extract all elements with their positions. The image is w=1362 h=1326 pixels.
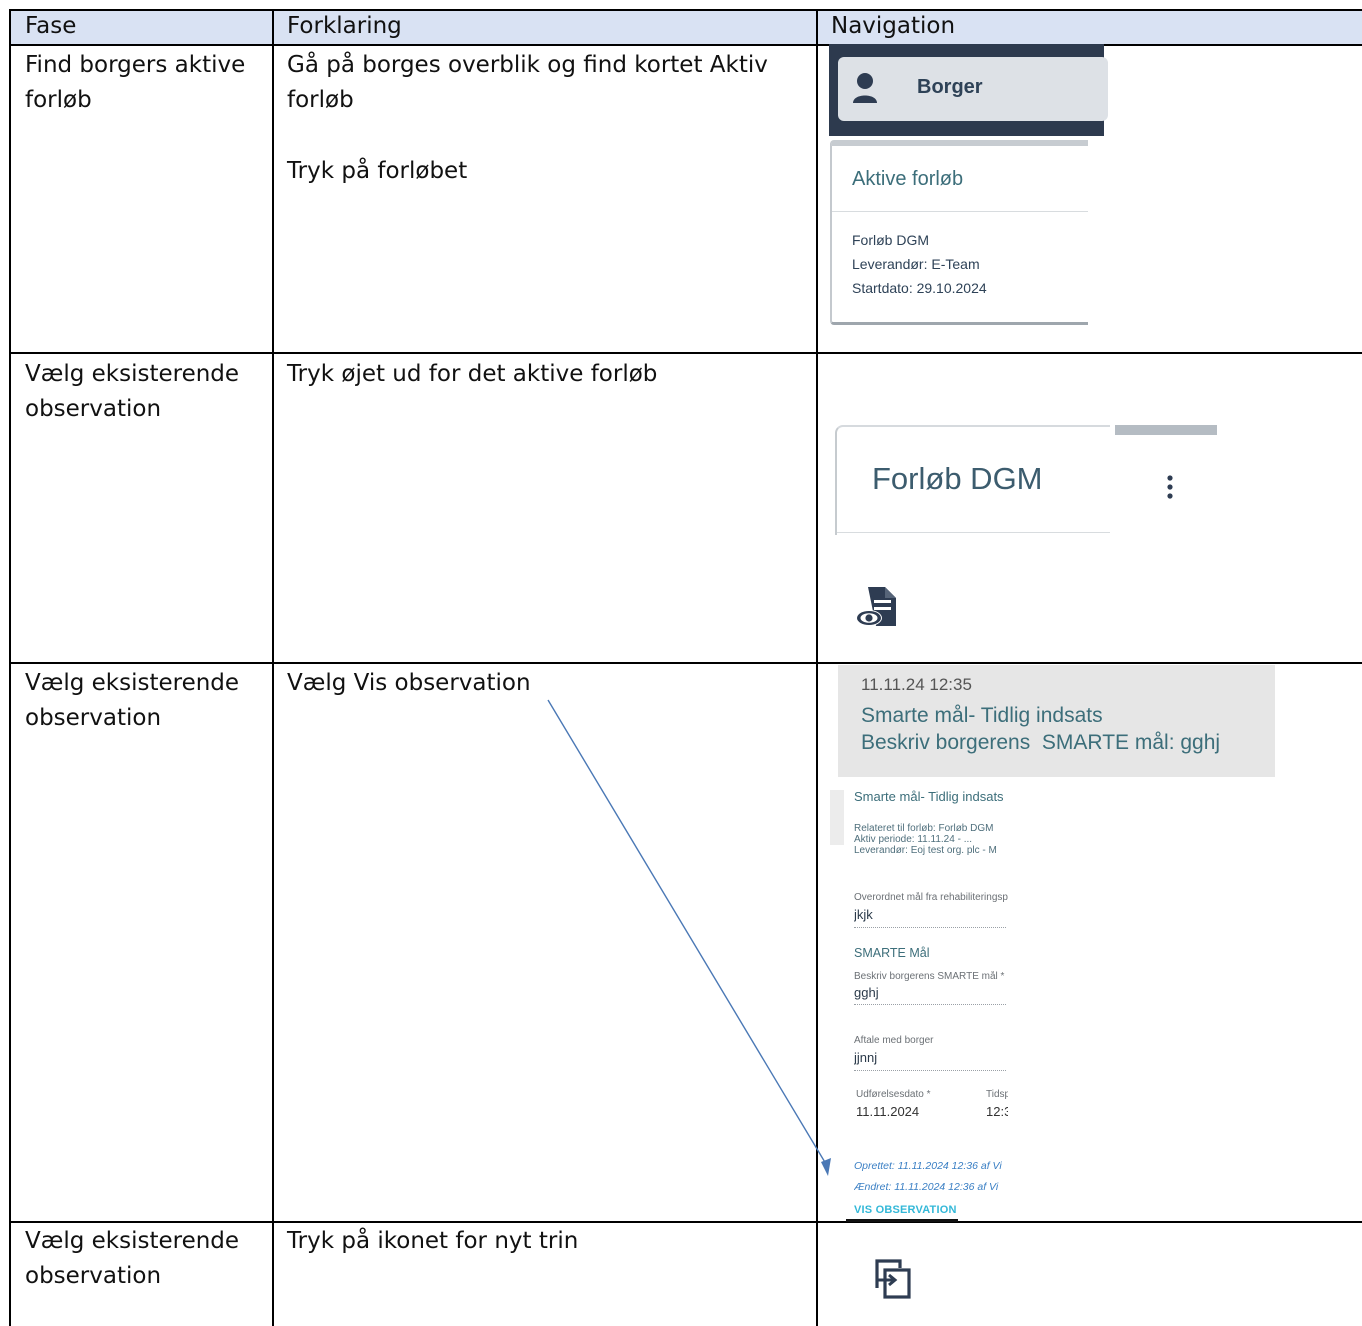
- observation-list-item[interactable]: 11.11.24 12:35 Smarte mål- Tidlig indsat…: [838, 665, 1275, 777]
- row4-forklaring: Tryk på ikonet for nyt trin: [287, 1228, 579, 1254]
- overordnet-label: Overordnet mål fra rehabiliteringsplan: [854, 892, 1008, 903]
- new-step-icon[interactable]: [874, 1258, 914, 1305]
- field-underline: [854, 927, 1006, 928]
- row1-forklaring-line2: forløb: [287, 87, 354, 113]
- beskriv-value[interactable]: gghj: [854, 985, 1008, 1000]
- header-fase: Fase: [25, 13, 77, 39]
- row3-fase-line2: observation: [25, 705, 162, 731]
- grid-line: [10, 662, 1362, 664]
- card-tab: [1115, 425, 1217, 435]
- row2-forklaring: Tryk øjet ud for det aktive forløb: [287, 361, 658, 387]
- grid-line: [10, 352, 1362, 354]
- row4-fase-line2: observation: [25, 1263, 162, 1289]
- row3-forklaring: Vælg Vis observation: [287, 670, 531, 696]
- aftale-value[interactable]: jjnnj: [854, 1050, 1008, 1065]
- divider: [837, 532, 1110, 533]
- vis-observation-button[interactable]: VIS OBSERVATION: [854, 1204, 957, 1216]
- grid-line: [10, 9, 1362, 11]
- aktive-forloeb-card[interactable]: Aktive forløb Forløb DGM Leverandør: E-T…: [830, 140, 1088, 325]
- aendret-info: Ændret: 11.11.2024 12:36 af Vi: [854, 1181, 999, 1193]
- panel-shadow: [830, 790, 844, 845]
- meta-periode: Aktiv periode: 11.11.24 - ...: [854, 834, 973, 845]
- header-navigation: Navigation: [831, 13, 956, 39]
- more-vert-icon[interactable]: [1162, 472, 1178, 509]
- grid-line: [9, 9, 11, 1326]
- table-header-row: [10, 10, 1362, 44]
- forloeb-dgm-card[interactable]: Forløb DGM: [835, 425, 1110, 535]
- oprettet-info: Oprettet: 11.11.2024 12:36 af Vi: [854, 1160, 1002, 1172]
- udfoerelsesdato-value[interactable]: 11.11.2024: [856, 1104, 956, 1119]
- borger-label: Borger: [917, 76, 983, 98]
- view-document-icon[interactable]: [854, 584, 900, 635]
- row1-forklaring-line1: Gå på borges overblik og find kortet Akt…: [287, 52, 768, 78]
- tidspunkt-value[interactable]: 12:35: [986, 1104, 1008, 1119]
- observation-detail-panel: Smarte mål- Tidlig indsats Relateret til…: [830, 780, 1008, 1220]
- row2-fase-line1: Vælg eksisterende: [25, 361, 240, 387]
- row1-forklaring-line3: Tryk på forløbet: [287, 158, 468, 184]
- user-icon: [850, 71, 880, 110]
- forloeb-name[interactable]: Forløb DGM: [852, 228, 929, 252]
- row3-fase-line1: Vælg eksisterende: [25, 670, 240, 696]
- forloeb-leverandoer: Leverandør: E-Team: [852, 256, 980, 272]
- forloeb-startdato: Startdato: 29.10.2024: [852, 280, 987, 296]
- meta-leverandoer: Leverandør: Eoj test org. plc - M: [854, 845, 997, 856]
- aktive-forloeb-title: Aktive forløb: [852, 168, 964, 190]
- forloeb-dgm-title: Forløb DGM: [872, 461, 1043, 496]
- observation-timestamp: 11.11.24 12:35: [861, 675, 972, 694]
- smarte-heading: SMARTE Mål: [854, 946, 930, 960]
- field-underline: [854, 1004, 1006, 1005]
- tidspunkt-label: Tidspunkt: [986, 1089, 1008, 1100]
- panel-title: Smarte mål- Tidlig indsats: [854, 789, 1004, 804]
- grid-line: [816, 9, 818, 1326]
- observation-title: Smarte mål- Tidlig indsats: [861, 704, 1103, 727]
- grid-line: [272, 9, 274, 1326]
- row2-fase-line2: observation: [25, 396, 162, 422]
- row4-fase-line1: Vælg eksisterende: [25, 1228, 240, 1254]
- udfoerelsesdato-label: Udførelsesdato *: [856, 1089, 931, 1100]
- instruction-table: Fase Forklaring Navigation Find borgers …: [0, 0, 1362, 1326]
- row1-fase-line1: Find borgers aktive: [25, 52, 246, 78]
- grid-line: [10, 44, 1362, 46]
- aftale-label: Aftale med borger: [854, 1035, 934, 1046]
- field-underline: [854, 1070, 1006, 1071]
- button-underline: [846, 1219, 958, 1222]
- beskriv-label: Beskriv borgerens SMARTE mål *: [854, 971, 1005, 982]
- grid-line: [10, 1221, 1362, 1223]
- overordnet-value[interactable]: jkjk: [854, 907, 1008, 922]
- observation-summary: Beskriv borgerens SMARTE mål: gghj: [861, 731, 1221, 754]
- meta-relateret: Relateret til forløb: Forløb DGM: [854, 823, 994, 834]
- borger-button[interactable]: Borger: [838, 57, 1108, 121]
- divider: [832, 211, 1088, 212]
- header-forklaring: Forklaring: [287, 13, 402, 39]
- row1-fase-line2: forløb: [25, 87, 92, 113]
